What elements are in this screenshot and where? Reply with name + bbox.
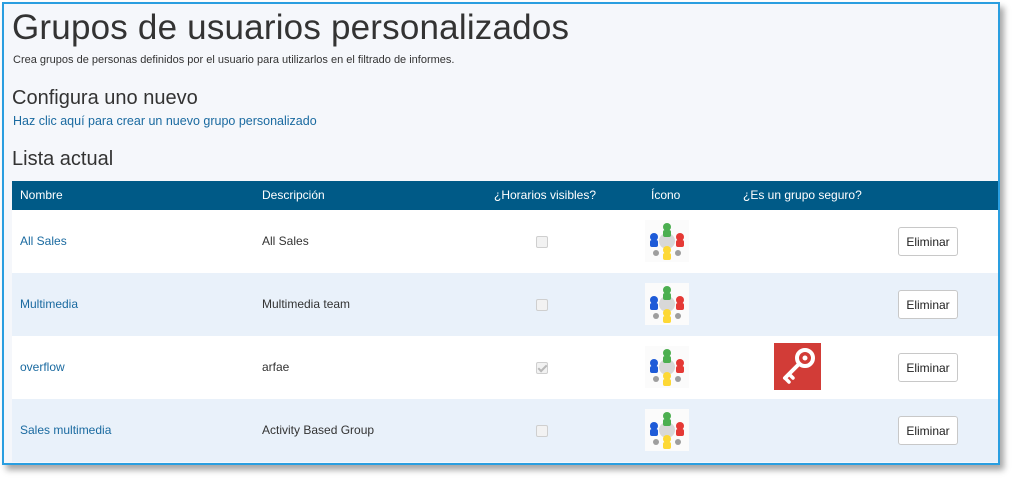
group-name-link[interactable]: Multimedia	[20, 297, 78, 311]
create-group-link[interactable]: Haz clic aquí para crear un nuevo grupo …	[13, 114, 317, 128]
column-header-name: Nombre	[20, 188, 63, 202]
visible-checkbox	[536, 299, 548, 311]
key-icon	[774, 343, 821, 390]
column-header-secure: ¿Es un grupo seguro?	[743, 188, 862, 202]
people-group-icon	[645, 409, 689, 451]
column-header-icon: Ícono	[651, 188, 681, 202]
page-title: Grupos de usuarios personalizados	[12, 8, 570, 47]
column-header-visible: ¿Horarios visibles?	[494, 188, 597, 202]
group-name-link[interactable]: Sales multimedia	[20, 423, 111, 437]
visible-checkbox	[536, 362, 548, 374]
table-row: Sales multimedia Activity Based Group El…	[12, 399, 998, 462]
group-description: arfae	[262, 360, 290, 374]
table-row: overflow arfae Eliminar	[12, 336, 998, 399]
visible-checkbox	[536, 425, 548, 437]
group-name-link[interactable]: All Sales	[20, 234, 67, 248]
group-description: All Sales	[262, 234, 309, 248]
group-description: Activity Based Group	[262, 423, 375, 437]
group-name-link[interactable]: overflow	[20, 360, 65, 374]
table-row: Multimedia Multimedia team Eliminar	[12, 273, 998, 336]
groups-table: Nombre Descripción ¿Horarios visibles? Í…	[12, 181, 998, 462]
configure-heading: Configura uno nuevo	[12, 87, 198, 109]
list-heading: Lista actual	[12, 148, 114, 170]
people-group-icon	[645, 220, 689, 262]
page-frame: Grupos de usuarios personalizados Crea g…	[2, 2, 1000, 465]
visible-checkbox	[536, 236, 548, 248]
delete-button[interactable]: Eliminar	[898, 353, 958, 382]
group-description: Multimedia team	[262, 297, 351, 311]
delete-button[interactable]: Eliminar	[898, 290, 958, 319]
column-header-description: Descripción	[262, 188, 325, 202]
delete-button[interactable]: Eliminar	[898, 416, 958, 445]
table-header: Nombre Descripción ¿Horarios visibles? Í…	[12, 181, 998, 210]
table-row: All Sales All Sales Eliminar	[12, 210, 998, 273]
people-group-icon	[645, 283, 689, 325]
page-subtitle: Crea grupos de personas definidos por el…	[13, 54, 455, 66]
people-group-icon	[645, 346, 689, 388]
delete-button[interactable]: Eliminar	[898, 227, 958, 256]
